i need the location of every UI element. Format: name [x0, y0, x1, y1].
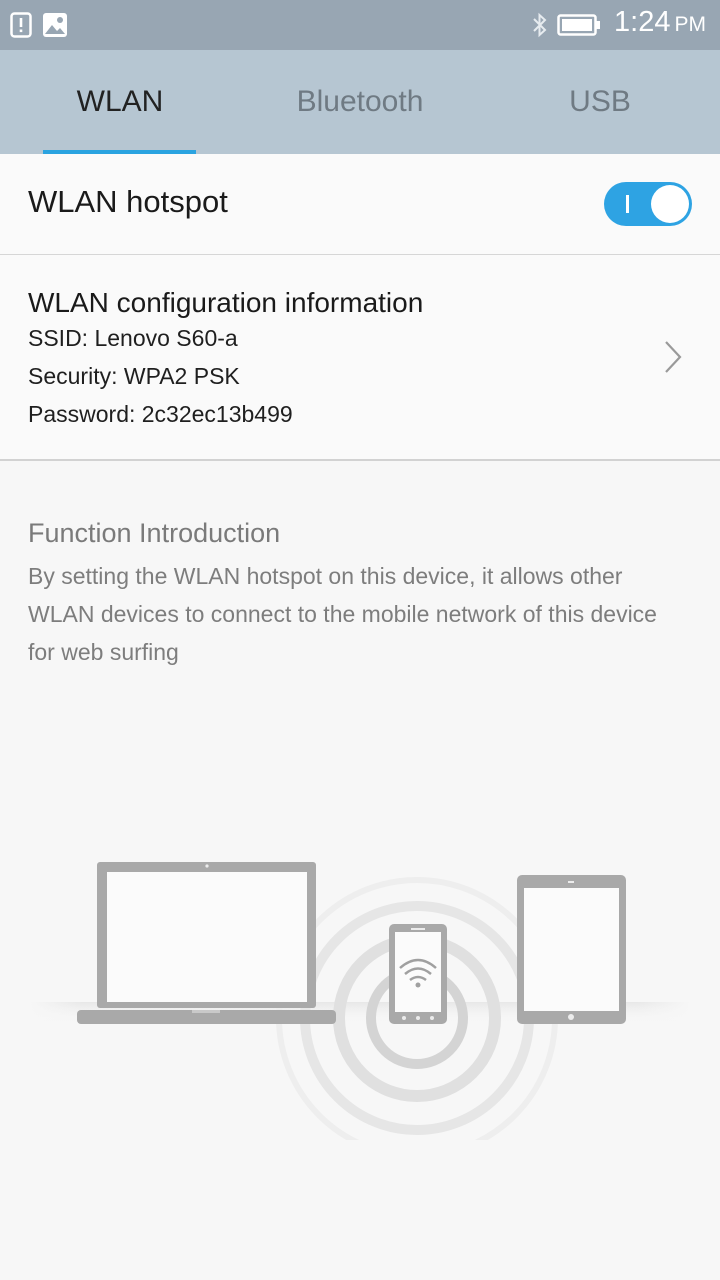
alert-notification-icon	[10, 12, 32, 43]
phone-icon	[389, 924, 447, 1024]
tablet-icon	[517, 875, 626, 1024]
laptop-icon	[77, 862, 336, 1024]
wlan-hotspot-label: WLAN hotspot	[28, 184, 228, 219]
connection-tab-bar: WLAN Bluetooth USB	[0, 50, 720, 154]
image-notification-icon	[42, 12, 68, 43]
wlan-config-row[interactable]: WLAN configuration information SSID: Len…	[0, 255, 720, 461]
chevron-right-icon	[660, 339, 684, 380]
bluetooth-icon	[531, 12, 549, 43]
toggle-knob	[651, 185, 689, 223]
battery-icon	[557, 14, 601, 41]
wlan-hotspot-row: WLAN hotspot	[0, 154, 720, 255]
config-title: WLAN configuration information	[28, 287, 424, 318]
tab-bluetooth[interactable]: Bluetooth	[240, 50, 480, 154]
tab-usb[interactable]: USB	[480, 50, 720, 154]
status-clock: 1:24 PM	[614, 6, 706, 39]
config-password: Password: 2c32ec13b499	[28, 401, 293, 427]
status-time: 1:24	[614, 6, 671, 38]
tab-wlan[interactable]: WLAN	[0, 50, 240, 154]
config-security: Security: WPA2 PSK	[28, 363, 240, 389]
intro-body: By setting the WLAN hotspot on this devi…	[28, 563, 657, 665]
hotspot-settings-screen: 1:24 PM WLAN Bluetooth USB WLAN hotspot W…	[0, 0, 720, 1280]
toggle-on-mark	[626, 195, 629, 213]
wlan-hotspot-toggle[interactable]	[604, 182, 692, 226]
intro-title: Function Introduction	[28, 518, 281, 548]
status-bar: 1:24 PM	[0, 0, 720, 50]
hotspot-illustration	[0, 840, 720, 1159]
status-ampm: PM	[674, 13, 707, 36]
config-ssid: SSID: Lenovo S60-a	[28, 325, 238, 351]
